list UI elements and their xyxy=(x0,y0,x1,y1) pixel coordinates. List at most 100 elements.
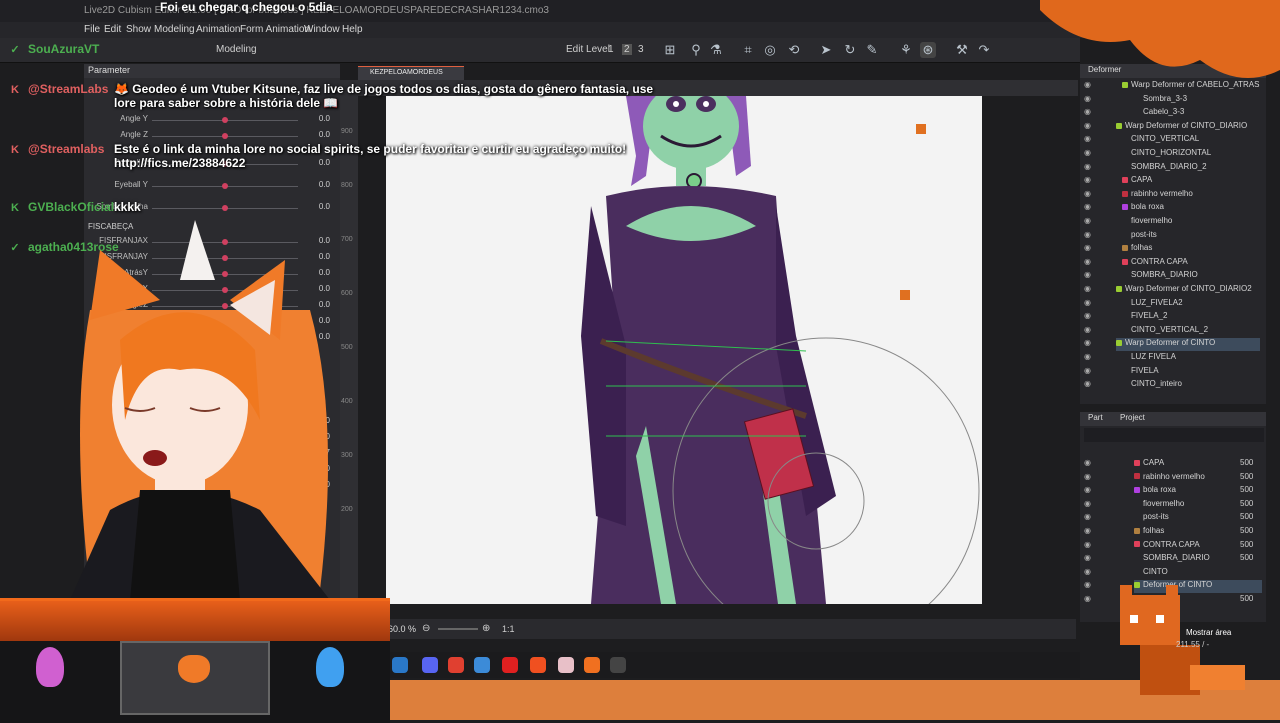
deform-path-icon[interactable]: ⊛ xyxy=(920,42,936,58)
zoom-level[interactable]: 60.0 % xyxy=(388,624,416,634)
visibility-eye-icon[interactable]: ◉ xyxy=(1084,216,1094,229)
pointer-app-icon[interactable] xyxy=(610,657,626,673)
visibility-eye-icon[interactable]: ◉ xyxy=(1084,162,1094,175)
rotate-icon[interactable]: ↻ xyxy=(842,42,858,58)
deformer-tree-item[interactable]: FIVELA_2 xyxy=(1122,311,1260,324)
menu-animation[interactable]: Animation xyxy=(196,24,240,35)
visibility-eye-icon[interactable]: ◉ xyxy=(1084,134,1094,147)
visibility-eye-icon[interactable]: ◉ xyxy=(1084,298,1094,311)
visibility-eye-icon[interactable]: ◉ xyxy=(1084,540,1094,553)
deformer-tree-item[interactable]: LUZ_FIVELA2 xyxy=(1122,298,1260,311)
part-draw-order[interactable]: 500 xyxy=(1240,499,1253,508)
deformer-tree-item[interactable]: post-its xyxy=(1122,230,1260,243)
model-canvas[interactable] xyxy=(386,96,982,604)
deformer-tree-item[interactable]: CINTO_VERTICAL xyxy=(1122,134,1260,147)
part-search[interactable] xyxy=(1084,428,1264,442)
steam-icon[interactable] xyxy=(392,657,408,673)
visibility-eye-icon[interactable]: ◉ xyxy=(1084,257,1094,270)
parameter-knob[interactable] xyxy=(222,117,228,123)
visibility-eye-icon[interactable]: ◉ xyxy=(1084,485,1094,498)
visibility-eye-icon[interactable]: ◉ xyxy=(1084,338,1094,351)
document-tab[interactable]: KEZPELOAMORDEUS xyxy=(358,66,464,81)
youtube-icon[interactable] xyxy=(502,657,518,673)
part-draw-order[interactable]: 500 xyxy=(1240,485,1253,494)
visibility-eye-icon[interactable]: ◉ xyxy=(1084,311,1094,324)
visibility-eye-icon[interactable]: ◉ xyxy=(1084,148,1094,161)
menu-help[interactable]: Help xyxy=(342,24,363,35)
visibility-eye-icon[interactable]: ◉ xyxy=(1084,94,1094,107)
part-draw-order[interactable]: 500 xyxy=(1240,472,1253,481)
deformer-tree-item[interactable]: Warp Deformer of CINTO_DIARIO2 xyxy=(1116,284,1260,297)
tab-project[interactable]: Project xyxy=(1120,413,1145,422)
deformer-tree-item[interactable]: LUZ FIVELA xyxy=(1122,352,1260,365)
parameter-row[interactable]: Eyeball Y 0.0 xyxy=(84,180,340,194)
part-draw-order[interactable]: 500 xyxy=(1240,458,1253,467)
menu-show[interactable]: Show xyxy=(126,24,151,35)
visibility-eye-icon[interactable]: ◉ xyxy=(1084,458,1094,471)
browser-icon[interactable] xyxy=(474,657,490,673)
filter-icon[interactable]: ⚗ xyxy=(708,42,724,58)
visibility-eye-icon[interactable]: ◉ xyxy=(1084,594,1094,607)
part-draw-order[interactable]: 500 xyxy=(1240,526,1253,535)
visibility-eye-icon[interactable]: ◉ xyxy=(1084,567,1094,580)
eyedropper-icon[interactable]: ⚒ xyxy=(954,42,970,58)
chrome-icon[interactable] xyxy=(448,657,464,673)
zoom-in-icon[interactable]: ⊕ xyxy=(482,623,490,634)
deformer-tree-item[interactable]: CINTO_VERTICAL_2 xyxy=(1122,325,1260,338)
visibility-eye-icon[interactable]: ◉ xyxy=(1084,366,1094,379)
glue-icon[interactable]: ⚘ xyxy=(898,42,914,58)
cubism-icon[interactable] xyxy=(584,657,600,673)
visibility-eye-icon[interactable]: ◉ xyxy=(1084,526,1094,539)
menu-modeling[interactable]: Modeling xyxy=(154,24,195,35)
parameter-value[interactable]: 0.0 xyxy=(306,114,330,123)
deformer-tree-item[interactable]: Sombra_3-3 xyxy=(1134,94,1260,107)
menu-window[interactable]: Window xyxy=(304,24,340,35)
deformer-tree-item[interactable]: FIVELA xyxy=(1122,366,1260,379)
menu-file[interactable]: File xyxy=(84,24,100,35)
tab-part[interactable]: Part xyxy=(1088,413,1103,422)
visibility-eye-icon[interactable]: ◉ xyxy=(1084,553,1094,566)
menu-form-animation[interactable]: Form Animation xyxy=(240,24,310,35)
deformer-tree-item[interactable]: CINTO_inteiro xyxy=(1122,379,1260,392)
visibility-eye-icon[interactable]: ◉ xyxy=(1084,499,1094,512)
mesh-icon[interactable]: ⌗ xyxy=(740,42,756,58)
visibility-eye-icon[interactable]: ◉ xyxy=(1084,230,1094,243)
parameter-knob[interactable] xyxy=(222,183,228,189)
redo-icon[interactable]: ↷ xyxy=(976,42,992,58)
visibility-eye-icon[interactable]: ◉ xyxy=(1084,175,1094,188)
zoom-slider[interactable] xyxy=(438,628,478,630)
brush-icon[interactable]: ✎ xyxy=(864,42,880,58)
app-icon[interactable] xyxy=(558,657,574,673)
part-draw-order[interactable]: 500 xyxy=(1240,512,1253,521)
target-icon[interactable]: ◎ xyxy=(762,42,778,58)
deformer-tree-item[interactable]: fiovermelho xyxy=(1122,216,1260,229)
deformer-tree-item[interactable]: SOMBRA_DIARIO_2 xyxy=(1122,162,1260,175)
visibility-eye-icon[interactable]: ◉ xyxy=(1084,107,1094,120)
deformer-tree-item[interactable]: SOMBRA_DIARIO xyxy=(1122,270,1260,283)
mostrar-area-label[interactable]: Mostrar área xyxy=(1186,628,1231,637)
deformer-tree-item[interactable]: CINTO_HORIZONTAL xyxy=(1122,148,1260,161)
discord-icon[interactable] xyxy=(422,657,438,673)
deformer-tree-item[interactable]: Cabelo_3-3 xyxy=(1134,107,1260,120)
deformer-tree-item[interactable]: folhas xyxy=(1122,243,1260,256)
parameter-knob[interactable] xyxy=(222,133,228,139)
zoom-out-icon[interactable]: ⊖ xyxy=(422,623,430,634)
visibility-eye-icon[interactable]: ◉ xyxy=(1084,352,1094,365)
deformer-tree-item[interactable]: bola roxa xyxy=(1122,202,1260,215)
visibility-eye-icon[interactable]: ◉ xyxy=(1084,243,1094,256)
transform-icon[interactable]: ⟲ xyxy=(786,42,802,58)
visibility-eye-icon[interactable]: ◉ xyxy=(1084,189,1094,202)
visibility-eye-icon[interactable]: ◉ xyxy=(1084,270,1094,283)
part-draw-order[interactable]: 500 xyxy=(1240,553,1253,562)
visibility-eye-icon[interactable]: ◉ xyxy=(1084,121,1094,134)
visibility-eye-icon[interactable]: ◉ xyxy=(1084,325,1094,338)
deformer-tree-item[interactable]: rabinho vermelho xyxy=(1122,189,1260,202)
parameter-value[interactable]: 0.0 xyxy=(306,130,330,139)
visibility-eye-icon[interactable]: ◉ xyxy=(1084,284,1094,297)
visibility-eye-icon[interactable]: ◉ xyxy=(1084,202,1094,215)
pointer-icon[interactable]: ➤ xyxy=(818,42,834,58)
visibility-eye-icon[interactable]: ◉ xyxy=(1084,379,1094,392)
visibility-eye-icon[interactable]: ◉ xyxy=(1084,512,1094,525)
deformer-tree-item[interactable]: Warp Deformer of CINTO_DIARIO xyxy=(1116,121,1260,134)
deformer-tree-item[interactable]: Warp Deformer of CINTO xyxy=(1116,338,1260,352)
